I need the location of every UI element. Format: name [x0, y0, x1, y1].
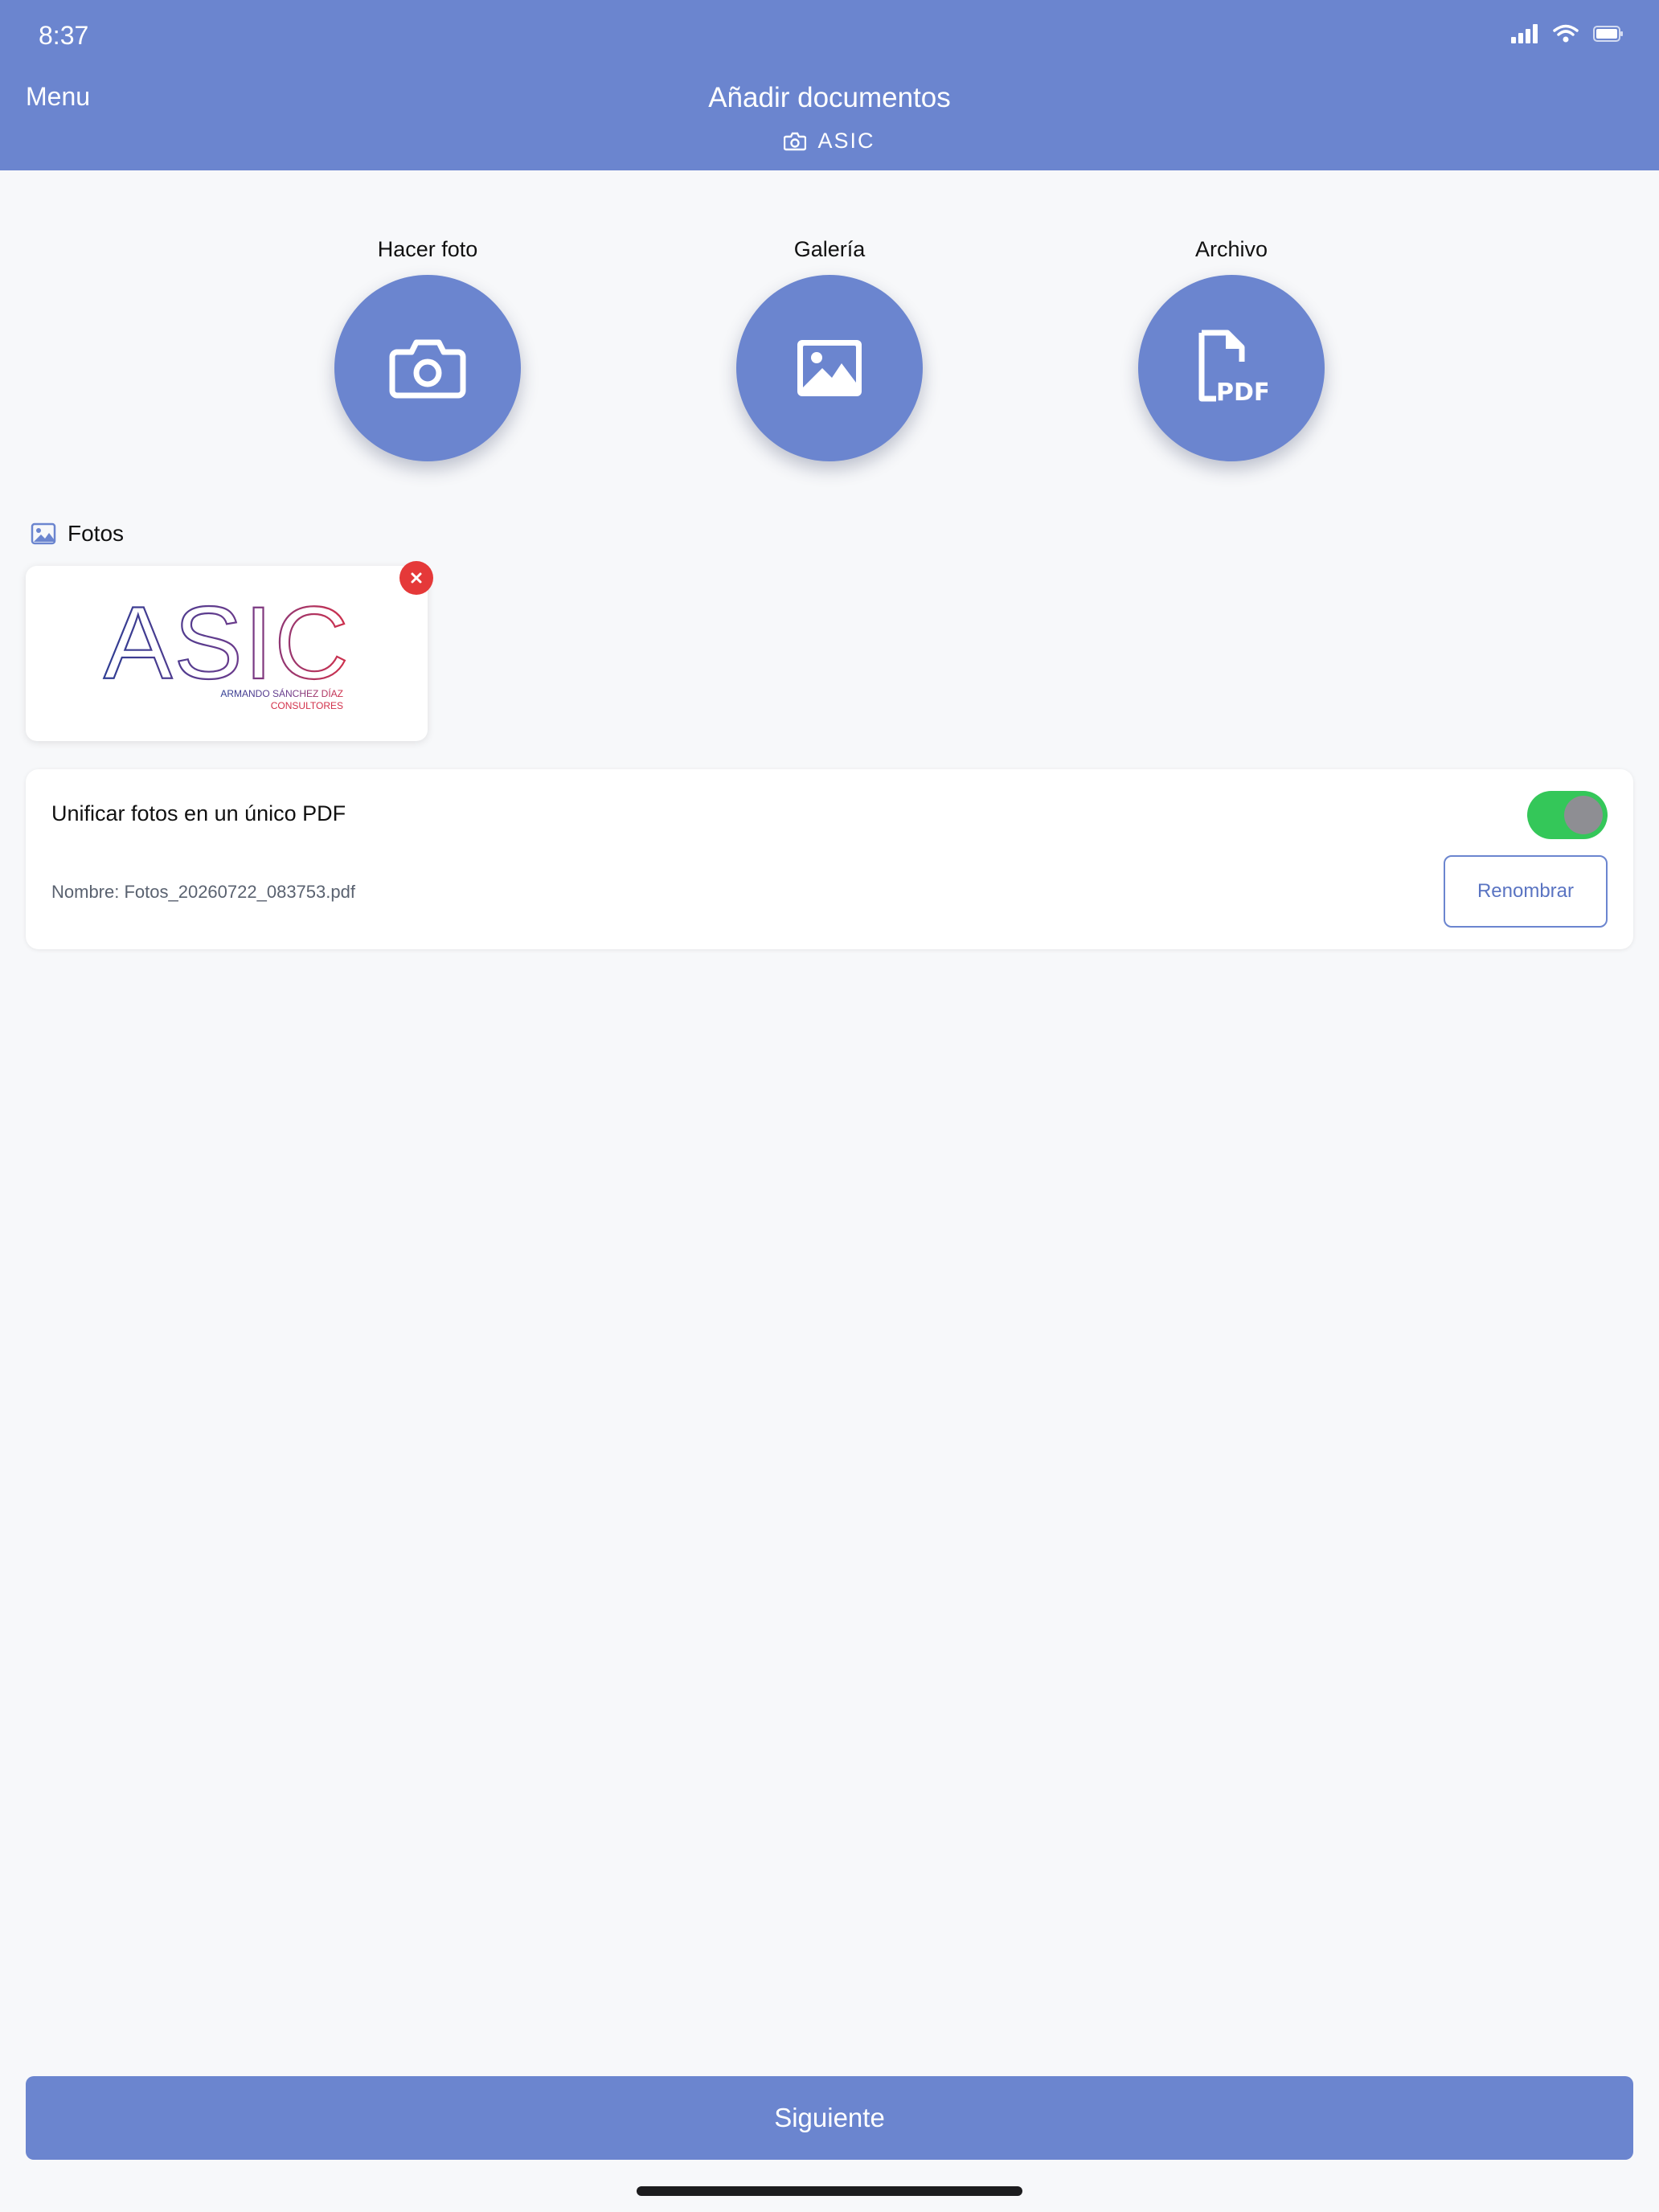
- pdf-file-icon: PDF: [1198, 330, 1268, 407]
- page-title: Añadir documentos: [708, 82, 951, 113]
- status-time: 8:37: [39, 21, 89, 50]
- header: 8:37 Menu Añadir documentos ASIC: [0, 0, 1659, 170]
- camera-icon: [389, 339, 466, 399]
- action-label: Archivo: [1194, 237, 1268, 261]
- subtitle-label: ASIC: [817, 129, 875, 153]
- file-button[interactable]: PDF: [1138, 275, 1325, 461]
- battery-icon: [1593, 26, 1623, 42]
- image-icon: [797, 340, 862, 396]
- action-label: Hacer foto: [377, 237, 478, 261]
- status-icons: [1511, 24, 1624, 43]
- home-indicator[interactable]: [637, 2186, 1022, 2196]
- toggle-knob: [1564, 796, 1603, 834]
- remove-photo-button[interactable]: [399, 561, 433, 595]
- asic-logo: ASIC ARMANDO SÁNCHEZ DÍAZ CONSULTORES: [103, 585, 350, 711]
- rename-button[interactable]: Renombrar: [1444, 855, 1608, 928]
- screen: 8:37 Menu Añadir documentos ASIC Hacer f…: [0, 0, 1659, 2212]
- merge-label: Unificar fotos en un único PDF: [51, 801, 346, 825]
- image-icon: [31, 522, 56, 545]
- cellular-signal-icon: [1511, 24, 1538, 43]
- svg-text:CONSULTORES: CONSULTORES: [271, 700, 343, 711]
- close-icon: [411, 572, 422, 584]
- gallery-button[interactable]: [736, 275, 923, 461]
- pdf-filename: Nombre: Fotos_20260722_083753.pdf: [51, 882, 355, 902]
- take-photo-button[interactable]: [334, 275, 521, 461]
- svg-text:ASIC: ASIC: [104, 586, 350, 701]
- action-gallery: Galería: [733, 233, 926, 461]
- merge-toggle[interactable]: [1527, 791, 1608, 839]
- action-file: Archivo PDF: [1135, 233, 1328, 461]
- merge-pdf-card: Unificar fotos en un único PDF Nombre: F…: [26, 769, 1633, 949]
- photos-label: Fotos: [68, 521, 125, 546]
- wifi-icon: [1553, 24, 1579, 43]
- page-subtitle: ASIC: [0, 129, 1659, 154]
- action-label: Galería: [793, 237, 866, 261]
- photo-thumbnail[interactable]: ASIC ARMANDO SÁNCHEZ DÍAZ CONSULTORES: [26, 566, 428, 741]
- next-button[interactable]: Siguiente: [26, 2076, 1633, 2160]
- svg-text:ARMANDO SÁNCHEZ DÍAZ: ARMANDO SÁNCHEZ DÍAZ: [220, 687, 343, 699]
- action-take-photo: Hacer foto: [331, 233, 524, 461]
- svg-text:PDF: PDF: [1216, 379, 1268, 407]
- photos-section-title: Fotos: [31, 521, 124, 547]
- camera-icon: [784, 132, 807, 150]
